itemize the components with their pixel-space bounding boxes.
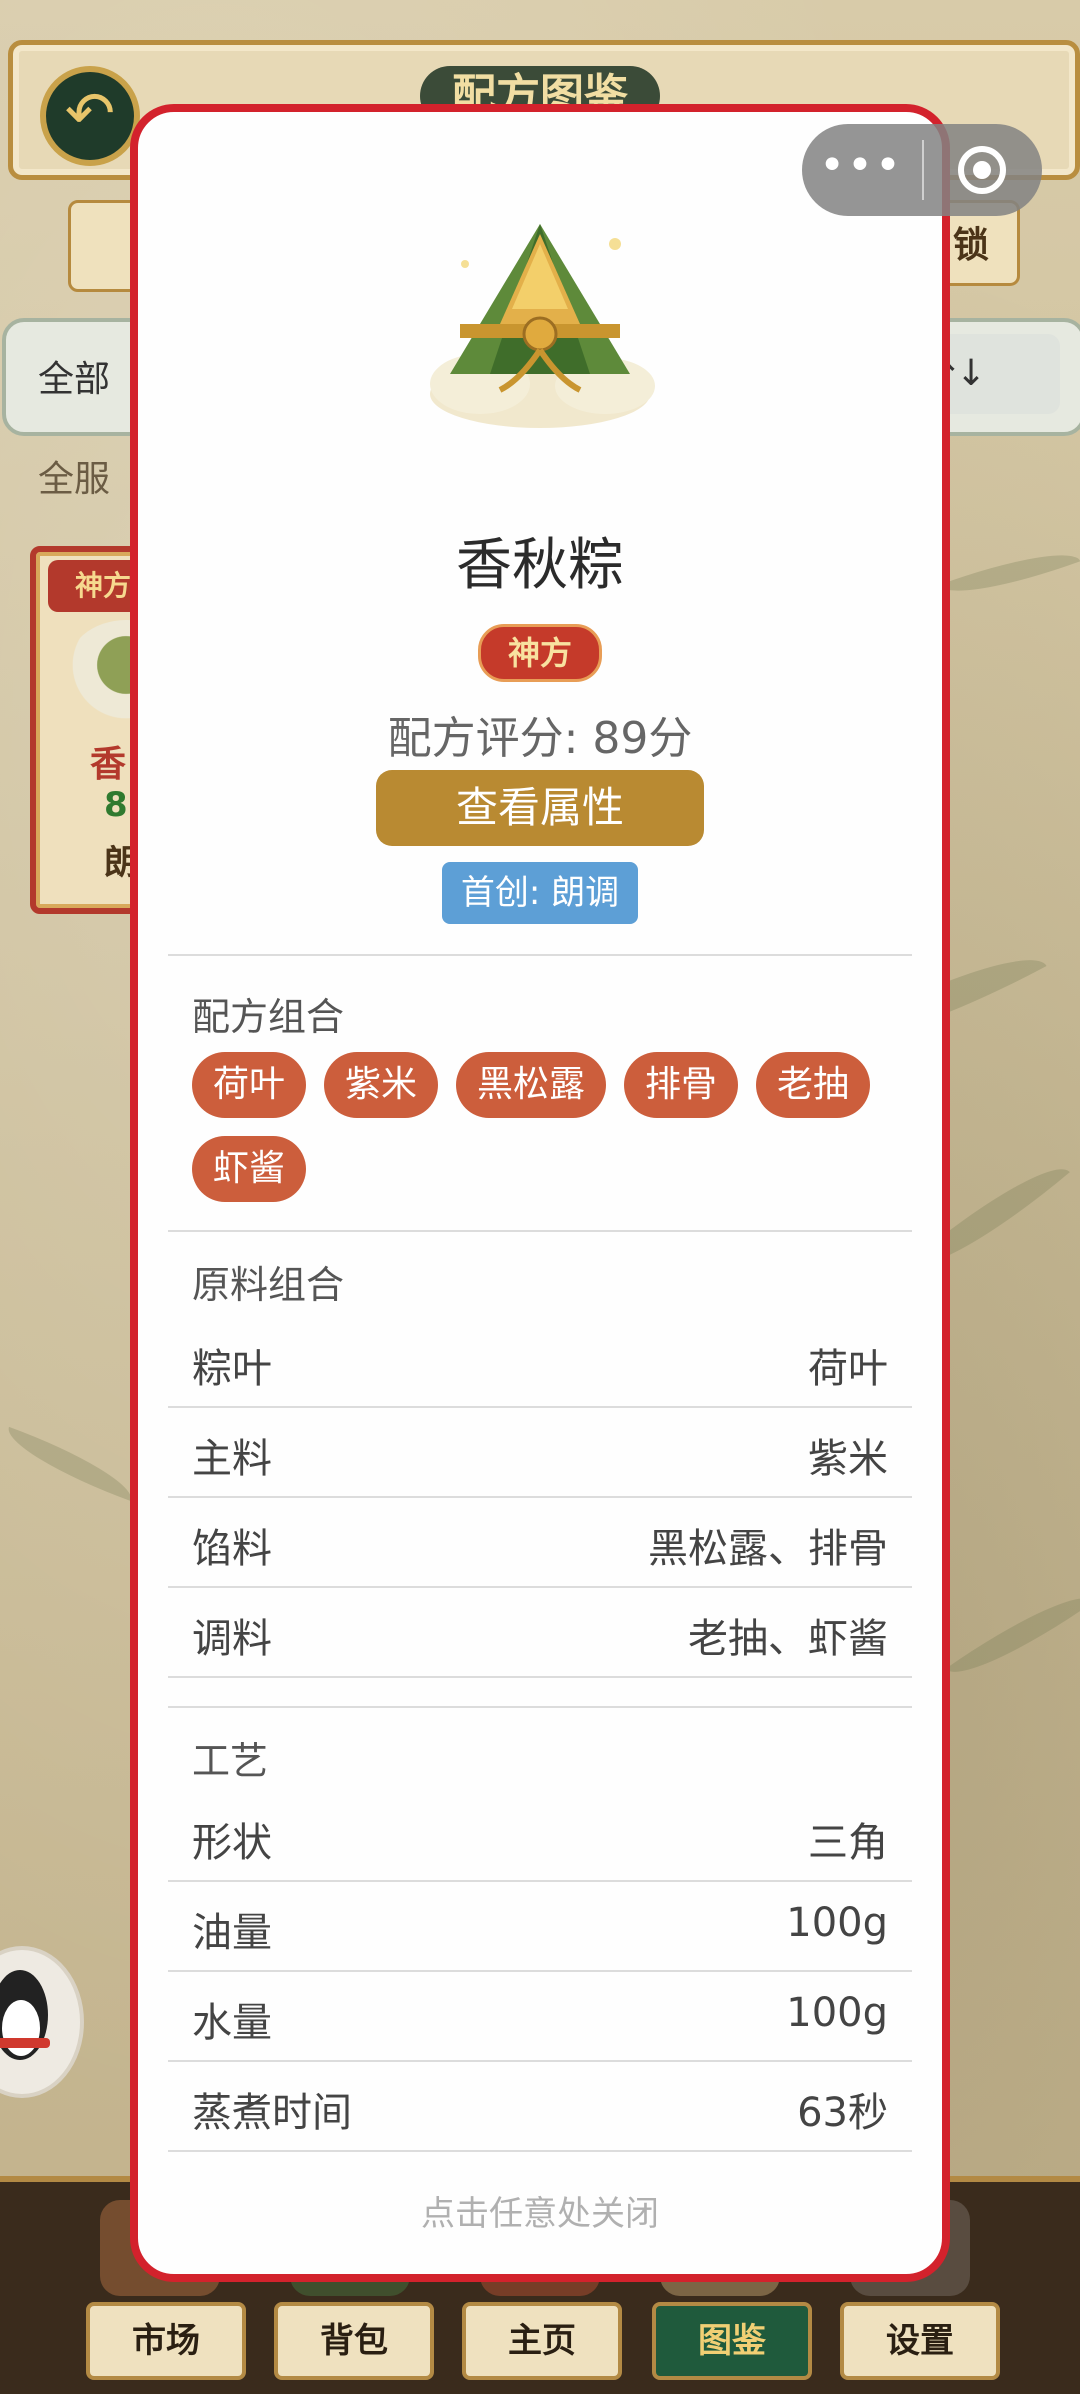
craft-row: 水量 100g: [168, 1974, 912, 2062]
divider: [168, 954, 912, 956]
server-label: 全服: [38, 459, 111, 500]
divider: [168, 1230, 912, 1232]
nav-collection[interactable]: 图鉴: [652, 2302, 812, 2380]
row-label: 蒸煮时间: [192, 2090, 352, 2136]
target-close-icon[interactable]: [958, 146, 1006, 194]
recipe-chip: 黑松露: [456, 1052, 606, 1118]
recipe-card-name: 香: [90, 744, 127, 785]
craft-row: 蒸煮时间 63秒: [168, 2064, 912, 2152]
view-attributes-button[interactable]: 查看属性: [376, 770, 704, 846]
row-value: 黑松露、排骨: [648, 1526, 888, 1572]
capsule-divider: [922, 140, 924, 200]
craft-row: 形状 三角: [168, 1794, 912, 1882]
more-dots-icon[interactable]: •••: [802, 124, 920, 216]
row-label: 粽叶: [192, 1346, 272, 1392]
recipe-score: 配方评分: 89分: [387, 713, 693, 764]
divider: [168, 1706, 912, 1708]
row-label: 馅料: [192, 1526, 272, 1572]
recipe-card-score: 8: [104, 785, 128, 825]
ingredient-row: 主料 紫米: [168, 1410, 912, 1498]
recipe-chip: 荷叶: [192, 1052, 306, 1118]
recipe-chip: 紫米: [324, 1052, 438, 1118]
arrow-back-icon: ↶: [64, 79, 116, 149]
zongzi-icon: [430, 224, 655, 428]
row-value: 荷叶: [808, 1346, 888, 1392]
row-label: 调料: [192, 1616, 272, 1662]
ingredients-section-title: 原料组合: [192, 1263, 345, 1307]
craft-section-title: 工艺: [192, 1739, 269, 1783]
ingredient-row: 馅料 黑松露、排骨: [168, 1500, 912, 1588]
creator-badge: 首创: 朗调: [442, 862, 638, 924]
row-label: 主料: [192, 1436, 272, 1482]
recipe-chip: 虾酱: [192, 1136, 306, 1202]
row-value: 100g: [786, 1900, 888, 1946]
nav-home[interactable]: 主页: [462, 2302, 622, 2380]
ingredient-row: 粽叶 荷叶: [168, 1320, 912, 1408]
row-value: 三角: [808, 1820, 888, 1866]
row-value: 100g: [786, 1990, 888, 2036]
row-label: 形状: [192, 1820, 272, 1866]
filter-all[interactable]: 全部: [38, 350, 110, 402]
craft-row: 油量 100g: [168, 1884, 912, 1972]
row-value: 紫米: [808, 1436, 888, 1482]
nav-bag[interactable]: 背包: [274, 2302, 434, 2380]
recipe-section-title: 配方组合: [192, 995, 345, 1039]
row-label: 油量: [192, 1910, 272, 1956]
row-value: 老抽、虾酱: [688, 1616, 888, 1662]
nav-settings[interactable]: 设置: [840, 2302, 1000, 2380]
close-hint[interactable]: 点击任意处关闭: [130, 2186, 950, 2235]
back-button[interactable]: ↶: [40, 66, 140, 166]
row-label: 水量: [192, 2000, 272, 2046]
row-value: 63秒: [797, 2090, 888, 2136]
recipe-title: 香秋粽: [456, 533, 624, 598]
recipe-chip: 排骨: [624, 1052, 738, 1118]
recipe-chip: 老抽: [756, 1052, 870, 1118]
ingredient-row: 调料 老抽、虾酱: [168, 1590, 912, 1678]
nav-market[interactable]: 市场: [86, 2302, 246, 2380]
rarity-badge: 神方: [478, 624, 602, 682]
